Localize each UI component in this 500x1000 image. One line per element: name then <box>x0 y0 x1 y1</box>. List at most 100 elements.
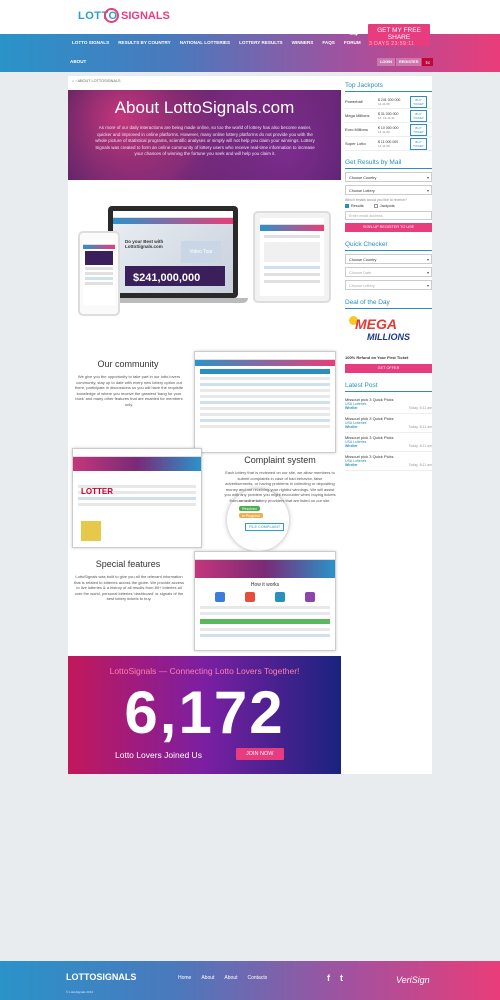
footer-links: Home About About Contacts <box>178 975 267 981</box>
footer-link-about[interactable]: About <box>201 975 214 981</box>
special-title: Special features <box>95 559 161 569</box>
email-input[interactable]: Enter email address <box>345 211 432 220</box>
nav-item-lottery-results[interactable]: LOTTERY RESULTS <box>239 40 283 45</box>
about-hero: About LottoSignals.com As more of our da… <box>68 90 341 180</box>
jackpot-name: Euro Millions <box>345 127 368 132</box>
footer-logo[interactable]: LOTTOSIGNALS <box>66 972 136 982</box>
register-button[interactable]: REGISTER <box>396 58 422 66</box>
jackpots-checkbox[interactable]: Jackpots <box>373 204 395 208</box>
nav-item-winners[interactable]: WINNERS <box>292 40 314 45</box>
email-options: Results Jackpots <box>345 204 432 208</box>
buy-ticket-button[interactable]: BUY TICKET <box>410 123 427 136</box>
get-offer-button[interactable]: GET OFFER <box>345 364 432 373</box>
refund-text: 100% Refund on Your First Ticket <box>345 355 409 360</box>
checkbox-checked-icon <box>345 204 349 208</box>
special-text: LottoSignals was built to give you all t… <box>74 574 184 601</box>
shared-jackpot-label: SHARED JACKPOT <box>249 23 347 34</box>
top-jackpots-title: Top Jackpots <box>345 82 432 92</box>
checkbox-empty-icon <box>373 204 378 208</box>
qc-lottery-select[interactable]: Choose Lottery <box>345 280 432 290</box>
jackpot-timer: 3 DAYS 23:59:11 <box>369 41 415 47</box>
site-logo[interactable]: LOTTO SIGNALS <box>78 8 170 26</box>
buy-ticket-button[interactable]: BUY TICKET <box>410 95 427 108</box>
footer-link-contacts[interactable]: Contacts <box>248 975 268 981</box>
footer-link-about-2[interactable]: About <box>224 975 237 981</box>
qc-country-select[interactable]: Choose Country <box>345 254 432 264</box>
millions-text: MILLIONS <box>367 332 410 342</box>
nav-item-forum[interactable]: FORUM <box>344 40 361 45</box>
how-it-works-text: How it works <box>250 582 280 588</box>
jackpot-row: Powerball $ 241 000 000 14-11-06 BUY TICK… <box>345 95 432 109</box>
nav-item-results-by-country[interactable]: RESULTS BY COUNTRY <box>118 40 171 45</box>
qc-date-select[interactable]: Choose Date <box>345 267 432 277</box>
post-item[interactable]: Missouri pick 3 Quick Picks USA Lotterie… <box>345 395 432 414</box>
mega-text: MEGA <box>355 316 397 332</box>
main-content: ⌂ › ABOUT LOTTOSIGNALS About LottoSignal… <box>68 76 432 774</box>
results-checkbox[interactable]: Results <box>345 204 364 208</box>
facebook-icon[interactable]: f <box>327 973 330 983</box>
laptop-base <box>98 298 248 303</box>
arrow-right-icon: ⇒ <box>349 26 360 40</box>
results-by-mail-title: Get Results by Mail <box>345 159 432 169</box>
nav-menu: LOTTO SIGNALS RESULTS BY COUNTRY NATIONA… <box>72 40 361 45</box>
hero-text: As more of our daily interactions are be… <box>95 125 315 156</box>
members-count: 6,172 <box>124 679 285 746</box>
post-author[interactable]: Wheller <box>345 444 358 448</box>
footer-copyright: © LottoSignals 2014 <box>66 990 94 994</box>
resolved-badge: Resolved <box>239 506 260 511</box>
post-item[interactable]: Missouri pick 3 Quick Picks USA Lotterie… <box>345 452 432 471</box>
nav-item-national-lotteries[interactable]: NATIONAL LOTTERIES <box>180 40 230 45</box>
lottery-select[interactable]: Choose Lottery <box>345 185 432 195</box>
complaint-text: Each lottery that is reviewed on our sit… <box>224 470 336 503</box>
results-label: Results <box>351 204 364 208</box>
post-author[interactable]: Wheller <box>345 463 358 467</box>
community-title: Our community <box>97 359 159 369</box>
logo-signals-text: SIGNALS <box>121 10 170 22</box>
post-author[interactable]: Wheller <box>345 425 358 429</box>
devices-mockup: Do your Best with LottoSignals.com Video… <box>78 201 338 331</box>
video-tour-button[interactable]: Video Tour <box>181 241 221 263</box>
social-links: f t <box>327 973 343 983</box>
connect-tagline: LottoSignals — Connecting Lotto Lovers T… <box>109 666 300 676</box>
verisign-badge: VeriSign <box>396 975 430 985</box>
country-select[interactable]: Choose Country <box>345 172 432 182</box>
twitter-icon[interactable]: t <box>340 973 343 983</box>
jackpots-label: Jackpots <box>379 204 395 208</box>
laptop-image: Do your Best with LottoSignals.com Video… <box>108 206 238 298</box>
join-now-button[interactable]: JOIN NOW <box>236 748 284 760</box>
buy-ticket-button[interactable]: BUY TICKET <box>410 137 427 150</box>
footer-link-home[interactable]: Home <box>178 975 191 981</box>
jackpot-date: 14, 19-11-11 <box>378 115 395 120</box>
deal-of-day-title: Deal of the Day <box>345 299 432 309</box>
jackpot-name: Super Lotto <box>345 141 366 146</box>
post-author[interactable]: Wheller <box>345 406 358 410</box>
post-time: Today, 8:11 am <box>408 444 432 448</box>
which-emails-text: Which emails would you like to receive? <box>345 198 407 202</box>
nav-item-faqs[interactable]: FAQS <box>322 40 335 45</box>
jackpot-amount: $241,000,000 <box>131 271 203 285</box>
language-flag-icon[interactable]: 🇬🇧 <box>422 58 434 66</box>
sidebar: Top Jackpots Powerball $ 241 000 000 14-1… <box>345 82 432 471</box>
auth-links: LOGIN REGISTER 🇬🇧 <box>377 58 434 66</box>
post-item[interactable]: Missouri pick 3 Quick Picks USA Lotterie… <box>345 433 432 452</box>
jackpot-row: Mega Millions $ 31 000 000 14, 19-11-11 B… <box>345 109 432 123</box>
post-time: Today, 8:11 am <box>408 406 432 410</box>
logo-ring-icon <box>104 8 119 23</box>
nav-item-lotto-signals[interactable]: LOTTO SIGNALS <box>72 40 109 45</box>
post-item[interactable]: Missouri pick 3 Quick Picks USA Lotterie… <box>345 414 432 433</box>
community-screenshot <box>194 351 336 453</box>
file-complaint-button[interactable]: FILE COMPLAINT <box>245 523 285 531</box>
jackpot-row: Euro Millions € 10 000 000 14-11-06 BUY T… <box>345 123 432 137</box>
best-with-text: Do your Best with LottoSignals.com <box>125 239 164 249</box>
buy-ticket-button[interactable]: BUY TICKET <box>410 109 427 122</box>
breadcrumb-current: › ABOUT LOTTOSIGNALS <box>75 79 121 83</box>
quick-checker-title: Quick Checker <box>345 241 432 251</box>
joined-text: Lotto Lovers Joined Us <box>115 750 202 760</box>
home-icon[interactable]: ⌂ <box>72 79 74 83</box>
nav-item-about[interactable]: ABOUT <box>70 59 86 64</box>
community-text: We give you the opportunity to take part… <box>74 374 184 407</box>
login-button[interactable]: LOGIN <box>377 58 396 66</box>
complaint-screenshot: LOTTER <box>72 448 202 548</box>
footer: LOTTOSIGNALS © LottoSignals 2014 Home Ab… <box>0 961 500 1000</box>
signup-button[interactable]: SIGN-UP REGISTER TO USE <box>345 223 432 232</box>
